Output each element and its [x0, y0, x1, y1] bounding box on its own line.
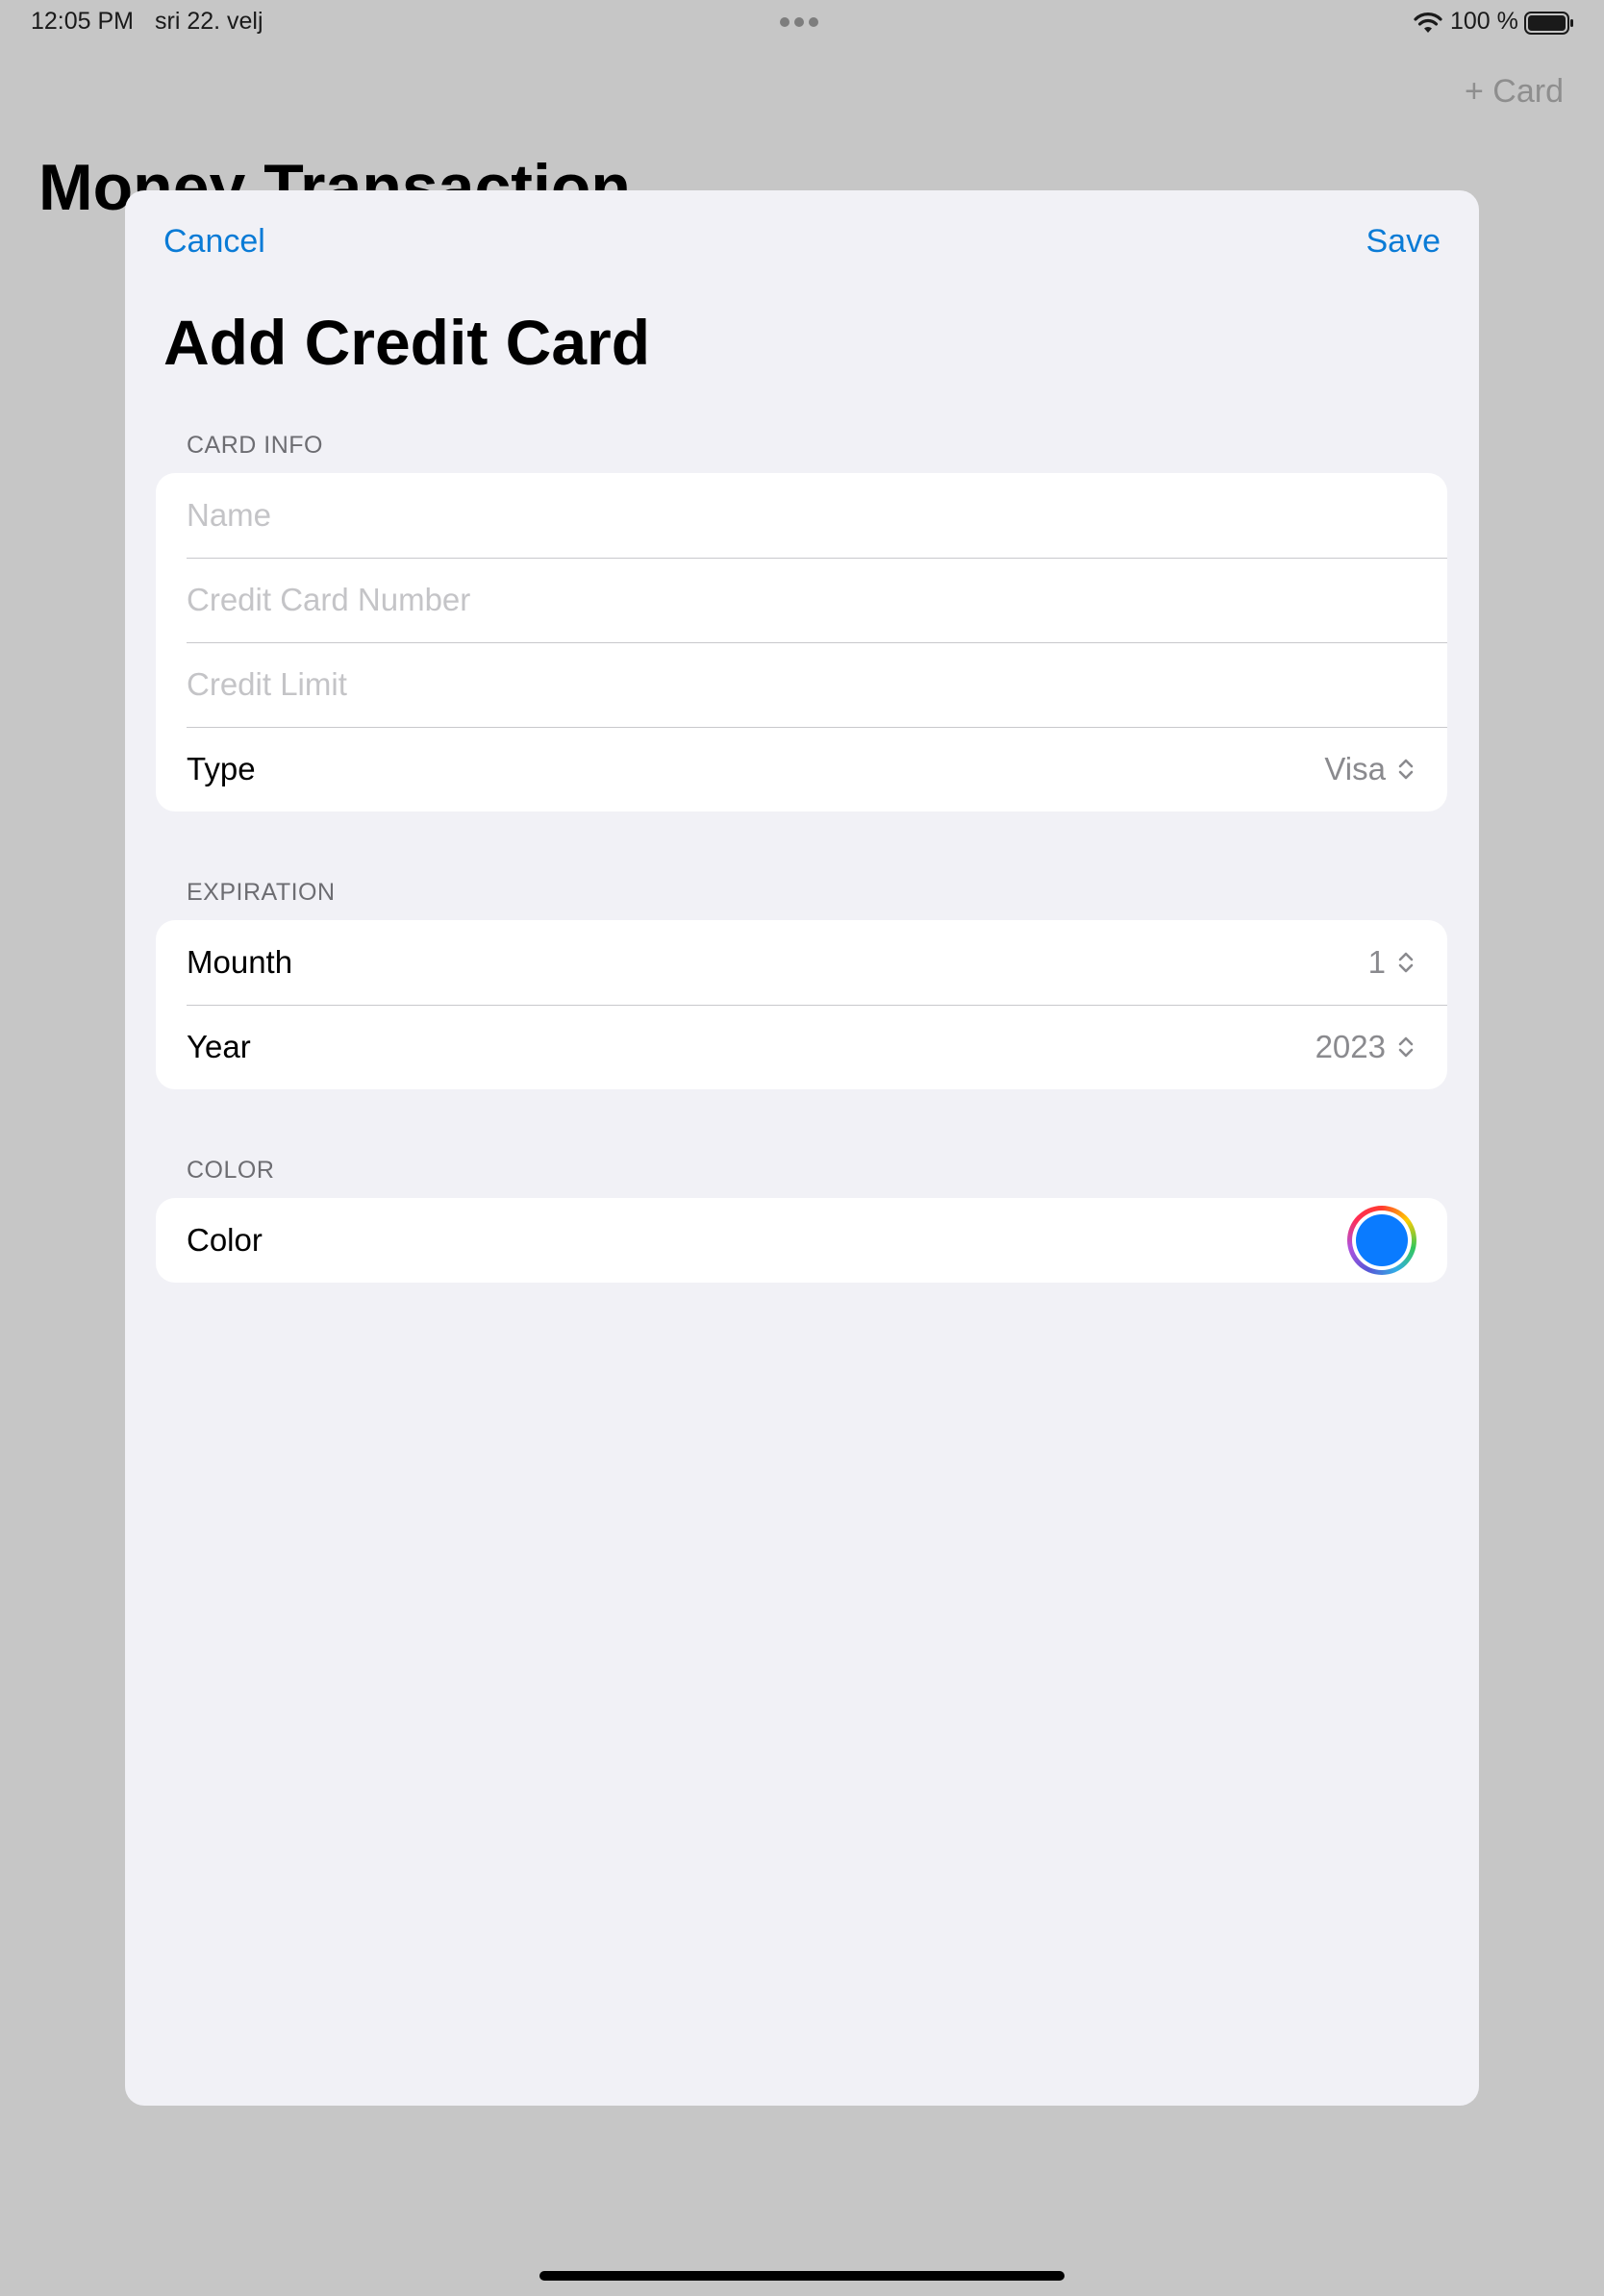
year-picker-row[interactable]: Year 2023: [156, 1005, 1447, 1089]
card-number-placeholder: Credit Card Number: [187, 582, 471, 617]
card-number-field[interactable]: Credit Card Number: [156, 558, 1447, 642]
type-picker[interactable]: Visa: [1324, 751, 1416, 787]
type-label: Type: [187, 751, 256, 786]
status-bar: 12:05 PM sri 22. velj 100 %: [0, 0, 1604, 46]
color-label: Color: [187, 1222, 263, 1258]
section-header-expiration: EXPIRATION: [187, 879, 336, 906]
type-picker-row[interactable]: Type Visa: [156, 727, 1447, 811]
add-card-button: + Card: [1465, 73, 1564, 110]
add-credit-card-sheet: Cancel Save Add Credit Card CARD INFO Na…: [125, 190, 1479, 2106]
expiration-group: Mounth 1 Year 2023: [156, 920, 1447, 1089]
status-date: sri 22. velj: [155, 8, 263, 35]
color-picker-row[interactable]: Color: [156, 1198, 1447, 1283]
status-time: 12:05 PM: [31, 8, 135, 35]
wifi-icon: [1414, 12, 1442, 33]
section-header-color: COLOR: [187, 1157, 275, 1184]
sheet-title: Add Credit Card: [163, 307, 651, 378]
home-indicator[interactable]: [539, 2271, 1065, 2281]
credit-limit-placeholder: Credit Limit: [187, 666, 347, 702]
section-header-card-info: CARD INFO: [187, 432, 323, 459]
month-value: 1: [1367, 944, 1386, 980]
name-field[interactable]: Name: [156, 473, 1447, 558]
name-placeholder: Name: [187, 497, 272, 533]
month-picker[interactable]: 1: [1368, 944, 1416, 981]
year-label: Year: [187, 1029, 251, 1064]
type-value: Visa: [1324, 751, 1386, 786]
battery-percentage: 100 %: [1450, 8, 1518, 35]
color-well-icon[interactable]: [1347, 1206, 1416, 1275]
month-picker-row[interactable]: Mounth 1: [156, 920, 1447, 1005]
battery-icon: [1524, 12, 1573, 35]
year-value: 2023: [1315, 1029, 1386, 1064]
color-group: Color: [156, 1198, 1447, 1283]
chevron-updown-icon: [1398, 952, 1414, 973]
chevron-updown-icon: [1398, 759, 1414, 780]
selected-color-swatch: [1356, 1214, 1408, 1266]
year-picker[interactable]: 2023: [1316, 1029, 1416, 1065]
credit-limit-field[interactable]: Credit Limit: [156, 642, 1447, 727]
chevron-updown-icon: [1398, 1036, 1414, 1058]
multitask-dots-icon[interactable]: [780, 17, 818, 27]
cancel-button[interactable]: Cancel: [163, 223, 265, 261]
month-label: Mounth: [187, 944, 293, 980]
card-info-group: Name Credit Card Number Credit Limit Typ…: [156, 473, 1447, 811]
save-button[interactable]: Save: [1366, 223, 1441, 261]
